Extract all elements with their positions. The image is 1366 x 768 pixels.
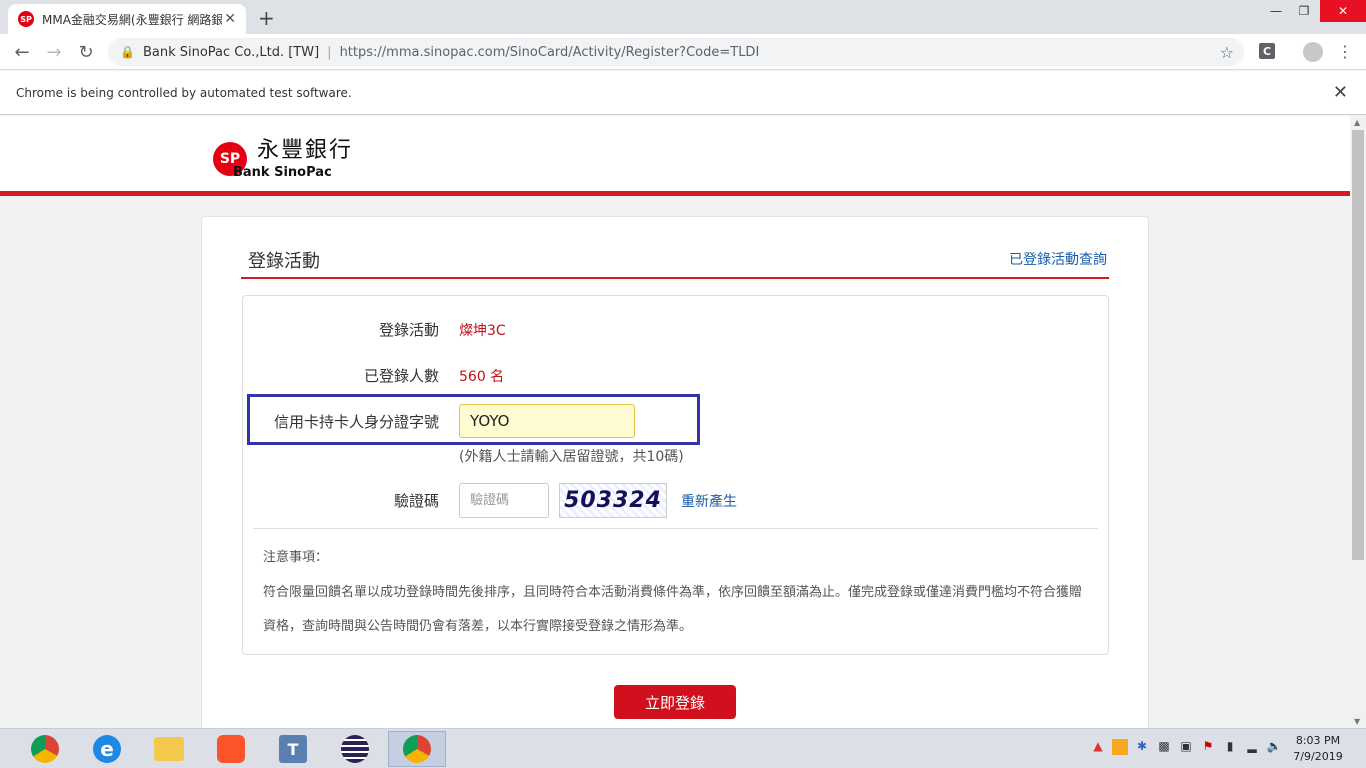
omnibox-separator: | — [327, 44, 332, 60]
taskbar-chrome[interactable] — [16, 731, 74, 767]
registered-count-label: 已登錄人數 — [363, 367, 439, 385]
taskbar-internet-explorer[interactable]: e — [78, 731, 136, 767]
clock-time: 8:03 PM — [1295, 734, 1341, 747]
logo-english-name: Bank SinoPac — [233, 165, 332, 180]
flag-icon[interactable]: ⚑ — [1200, 739, 1216, 755]
tab-title: MMA金融交易網(永豐銀行 網路銀 — [42, 12, 222, 27]
minimize-icon[interactable]: — — [1262, 0, 1290, 22]
address-bar[interactable]: 🔒 Bank SinoPac Co.,Ltd. [TW] | https://m… — [108, 38, 1244, 66]
captcha-label: 驗證碼 — [393, 492, 439, 510]
typing-tool-icon: T — [279, 735, 307, 763]
taskbar-file-explorer[interactable] — [140, 731, 198, 767]
register-card: 登錄活動 已登錄活動查詢 登錄活動 燦坤3C 已登錄人數 560 名 信用卡持卡… — [201, 216, 1149, 728]
brave-icon — [217, 735, 245, 763]
bank-logo[interactable]: SP 永豐銀行 Bank SinoPac — [213, 138, 353, 180]
tray-app-icon[interactable]: ▲ — [1090, 739, 1106, 755]
form-divider — [253, 528, 1098, 529]
back-icon[interactable]: ← — [10, 40, 34, 64]
site-header: SP 永豐銀行 Bank SinoPac — [0, 116, 1350, 196]
notes-title: 注意事項： — [263, 550, 329, 565]
title-divider — [241, 277, 1109, 279]
register-form: 登錄活動 燦坤3C 已登錄人數 560 名 信用卡持卡人身分證字號 YOYO (… — [242, 295, 1109, 655]
scroll-down-icon[interactable]: ▼ — [1354, 717, 1360, 726]
internet-explorer-icon: e — [93, 735, 121, 763]
volume-icon[interactable]: 🔈 — [1266, 739, 1282, 755]
battery-icon[interactable]: ▮ — [1222, 739, 1238, 755]
infobar-text: Chrome is being controlled by automated … — [16, 85, 352, 100]
automation-infobar: Chrome is being controlled by automated … — [0, 71, 1366, 115]
sinopac-favicon-icon: SP — [18, 11, 34, 27]
bookmark-star-icon[interactable]: ☆ — [1220, 43, 1234, 62]
logo-chinese-name: 永豐銀行 — [257, 138, 354, 163]
reload-icon[interactable]: ↻ — [74, 40, 98, 64]
windows-taskbar: e T ▲ ✱ ▩ ▣ ⚑ ▮ ▂ 🔈 8:03 PM 7/9/2019 — [0, 728, 1366, 768]
notes-text: 符合限量回饋名單以成功登錄時間先後排序，且同時符合本活動消費條件為準，依序回饋至… — [263, 585, 1083, 634]
browser-toolbar: ← → ↻ 🔒 Bank SinoPac Co.,Ltd. [TW] | htt… — [0, 34, 1366, 70]
registered-query-link[interactable]: 已登錄活動查詢 — [1009, 249, 1107, 269]
network-icon[interactable]: ▣ — [1178, 739, 1194, 755]
id-number-label: 信用卡持卡人身分證字號 — [273, 413, 439, 431]
bluetooth-icon[interactable]: ✱ — [1134, 739, 1150, 755]
signal-icon[interactable]: ▂ — [1244, 739, 1260, 755]
id-number-hint: (外籍人士請輸入居留證號，共10碼) — [459, 449, 684, 465]
infobar-close-icon[interactable]: ✕ — [1333, 82, 1348, 103]
file-explorer-icon — [154, 737, 184, 761]
browser-titlebar: SP MMA金融交易網(永豐銀行 網路銀 ✕ + — ❐ ✕ — [0, 0, 1366, 34]
extension-icon[interactable]: C — [1259, 43, 1275, 59]
system-clock[interactable]: 8:03 PM 7/9/2019 — [1290, 733, 1346, 765]
regenerate-captcha-link[interactable]: 重新產生 — [681, 491, 737, 511]
taskbar-chrome-active[interactable] — [388, 731, 446, 767]
captcha-image: 503324 — [559, 483, 667, 518]
logo-text: 永豐銀行 Bank SinoPac — [233, 138, 354, 180]
site-organization: Bank SinoPac Co.,Ltd. [TW] — [142, 44, 320, 60]
window-close-icon[interactable]: ✕ — [1320, 0, 1366, 22]
system-tray: ▲ ✱ ▩ ▣ ⚑ ▮ ▂ 🔈 — [1090, 739, 1282, 755]
register-now-button[interactable]: 立即登錄 — [614, 685, 736, 719]
restore-icon[interactable]: ❐ — [1290, 0, 1318, 22]
activity-value: 燦坤3C — [459, 323, 506, 339]
scrollbar-thumb[interactable] — [1352, 130, 1364, 560]
page-title: 登錄活動 — [248, 251, 320, 272]
page-viewport: SP 永豐銀行 Bank SinoPac 登錄活動 已登錄活動查詢 登錄活動 燦… — [0, 116, 1350, 728]
activity-label: 登錄活動 — [378, 321, 439, 339]
lock-icon: 🔒 — [120, 45, 135, 59]
taskbar-typing-tool[interactable]: T — [264, 731, 322, 767]
monitor-icon[interactable]: ▩ — [1156, 739, 1172, 755]
chrome-menu-icon[interactable]: ⋮ — [1337, 42, 1353, 61]
taskbar-brave[interactable] — [202, 731, 260, 767]
chrome-icon — [403, 735, 431, 763]
forward-icon[interactable]: → — [42, 40, 66, 64]
captcha-input[interactable]: 驗證碼 — [459, 483, 549, 518]
tab-close-icon[interactable]: ✕ — [224, 11, 236, 27]
eclipse-icon — [341, 735, 369, 763]
chrome-icon — [31, 735, 59, 763]
address-url[interactable]: https://mma.sinopac.com/SinoCard/Activit… — [340, 45, 760, 60]
taskbar-eclipse[interactable] — [326, 731, 384, 767]
page-scrollbar[interactable]: ▲ ▼ — [1350, 116, 1366, 728]
registered-count-value: 560 名 — [459, 369, 505, 385]
browser-tab[interactable]: SP MMA金融交易網(永豐銀行 網路銀 ✕ — [8, 4, 246, 34]
clock-date: 7/9/2019 — [1293, 750, 1343, 763]
scroll-up-icon[interactable]: ▲ — [1354, 118, 1360, 127]
new-tab-button[interactable]: + — [258, 6, 275, 30]
id-number-input[interactable]: YOYO — [459, 404, 635, 438]
tray-feed-icon[interactable] — [1112, 739, 1128, 755]
profile-avatar-icon[interactable] — [1303, 42, 1323, 62]
